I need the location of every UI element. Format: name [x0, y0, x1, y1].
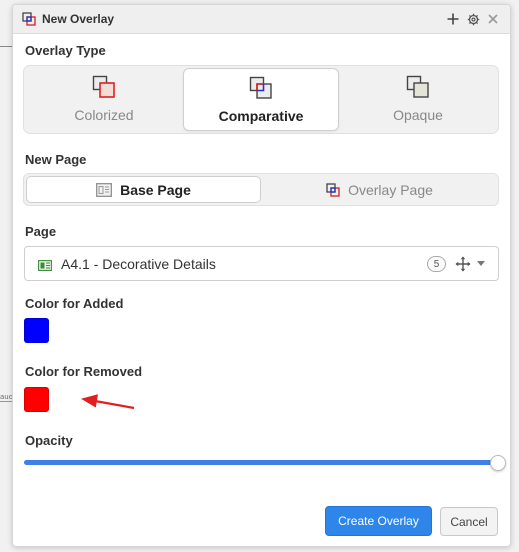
- overlay-colorized-icon: [92, 75, 115, 98]
- sheet-icon: [38, 258, 52, 276]
- dialog-title: New Overlay: [42, 12, 115, 26]
- page-label: Page: [25, 224, 57, 239]
- color-added-label: Color for Added: [25, 296, 124, 311]
- overlay-type-label-opaque: Opaque: [393, 107, 443, 123]
- cancel-button[interactable]: Cancel: [440, 507, 498, 536]
- overlay-type-selector: Colorized Comparative Opaque: [23, 65, 499, 134]
- overlay-type-comparative[interactable]: Comparative: [183, 68, 339, 131]
- opacity-slider-track: [24, 460, 500, 465]
- overlay-opaque-icon: [406, 75, 429, 98]
- gear-icon[interactable]: [465, 10, 481, 28]
- create-overlay-button[interactable]: Create Overlay: [325, 506, 432, 536]
- annotation-arrow-icon: [81, 394, 135, 410]
- color-removed-label: Color for Removed: [25, 364, 143, 379]
- overlay-page-label: Overlay Page: [348, 181, 433, 198]
- background-line: [0, 401, 12, 402]
- overlay-type-label-colorized: Colorized: [74, 107, 134, 123]
- page-select-value: A4.1 - Decorative Details: [61, 256, 216, 272]
- overlay-comparative-icon: [249, 76, 272, 99]
- overlay-type-label-comparative: Comparative: [218, 108, 304, 124]
- new-page-label: New Page: [25, 152, 87, 167]
- new-overlay-dialog: New Overlay Overlay Type Colorized Compa…: [12, 4, 511, 547]
- base-page-icon: [96, 182, 112, 197]
- opacity-slider-thumb[interactable]: [490, 455, 506, 471]
- new-page-selector: Base Page Overlay Page: [23, 173, 499, 206]
- overlay-icon: [22, 12, 36, 26]
- overlay-page-icon: [326, 182, 340, 197]
- close-icon[interactable]: [485, 10, 501, 28]
- base-page-label: Base Page: [120, 181, 191, 198]
- overlay-type-colorized[interactable]: Colorized: [26, 68, 182, 131]
- page-select[interactable]: A4.1 - Decorative Details 5: [24, 246, 499, 281]
- add-icon[interactable]: [445, 10, 461, 28]
- dialog-titlebar: New Overlay: [13, 5, 510, 34]
- chevron-down-icon[interactable]: [477, 261, 485, 266]
- opacity-slider[interactable]: [24, 455, 507, 471]
- overlay-type-label: Overlay Type: [25, 43, 106, 58]
- color-removed-swatch[interactable]: [24, 387, 49, 412]
- color-added-swatch[interactable]: [24, 318, 49, 343]
- page-count-badge: 5: [427, 256, 446, 272]
- new-page-base-page[interactable]: Base Page: [26, 176, 261, 203]
- overlay-type-opaque[interactable]: Opaque: [340, 68, 496, 131]
- move-icon[interactable]: [455, 256, 471, 277]
- opacity-label: Opacity: [25, 433, 73, 448]
- new-page-overlay-page[interactable]: Overlay Page: [262, 176, 497, 203]
